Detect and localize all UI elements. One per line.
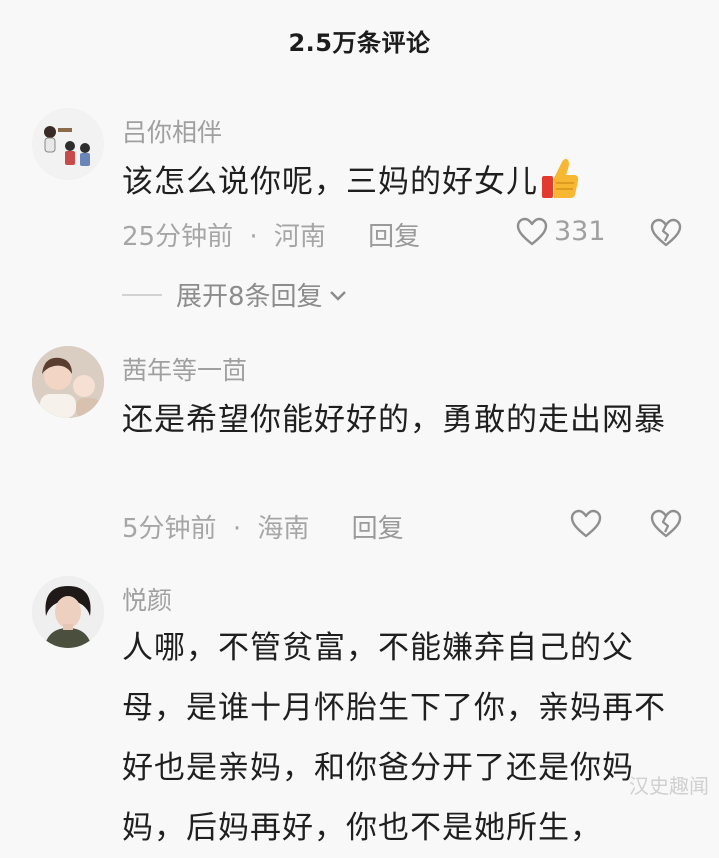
divider xyxy=(122,293,162,296)
broken-heart-icon xyxy=(650,509,682,543)
comment-meta: 5分钟前 · 海南 回复 xyxy=(122,508,404,545)
comments-header: 2.5万条评论 xyxy=(0,0,719,80)
thumbs-up-emoji xyxy=(540,156,580,218)
comment-meta: 25分钟前 · 河南 回复 xyxy=(122,216,420,253)
comment-author[interactable]: 吕你相伴 xyxy=(122,113,222,149)
watermark: 汉史趣闻 xyxy=(629,774,709,798)
like-count: 331 xyxy=(554,216,606,247)
comment-author[interactable]: 茜年等一茴 xyxy=(122,351,247,387)
broken-heart-icon xyxy=(650,218,682,252)
comment-text: 还是希望你能好好的，勇敢的走出网暴 xyxy=(122,402,666,438)
avatar[interactable] xyxy=(32,108,104,180)
like-button[interactable]: 331 xyxy=(516,216,606,247)
chevron-down-icon xyxy=(329,280,347,310)
comment-text: 该怎么说你呢，三妈的好女儿 xyxy=(122,154,682,218)
comment-location: 河南 xyxy=(273,222,326,252)
avatar[interactable] xyxy=(32,576,104,648)
reply-button[interactable]: 回复 xyxy=(368,222,420,252)
expand-replies-label: 展开8条回复 xyxy=(176,282,323,312)
heart-icon xyxy=(516,217,548,247)
comment-location: 海南 xyxy=(257,514,310,544)
dislike-button[interactable] xyxy=(650,509,682,543)
meta-separator: · xyxy=(232,514,242,544)
heart-icon xyxy=(570,509,602,539)
comment-time: 25分钟前 xyxy=(122,222,234,252)
avatar[interactable] xyxy=(32,346,104,418)
comment-author[interactable]: 悦颜 xyxy=(122,581,172,617)
reply-button[interactable]: 回复 xyxy=(352,514,404,544)
meta-separator: · xyxy=(249,222,258,252)
comment-text: 人哪，不管贫富，不能嫌弃自己的父母，是谁十月怀胎生下了你，亲妈再不好也是亲妈，和… xyxy=(122,630,666,846)
dislike-button[interactable] xyxy=(650,218,682,252)
like-button[interactable] xyxy=(570,509,602,539)
comment-count-title: 2.5万条评论 xyxy=(288,28,431,57)
expand-replies-button[interactable]: 展开8条回复 xyxy=(122,276,347,313)
comment-time: 5分钟前 xyxy=(122,514,217,544)
